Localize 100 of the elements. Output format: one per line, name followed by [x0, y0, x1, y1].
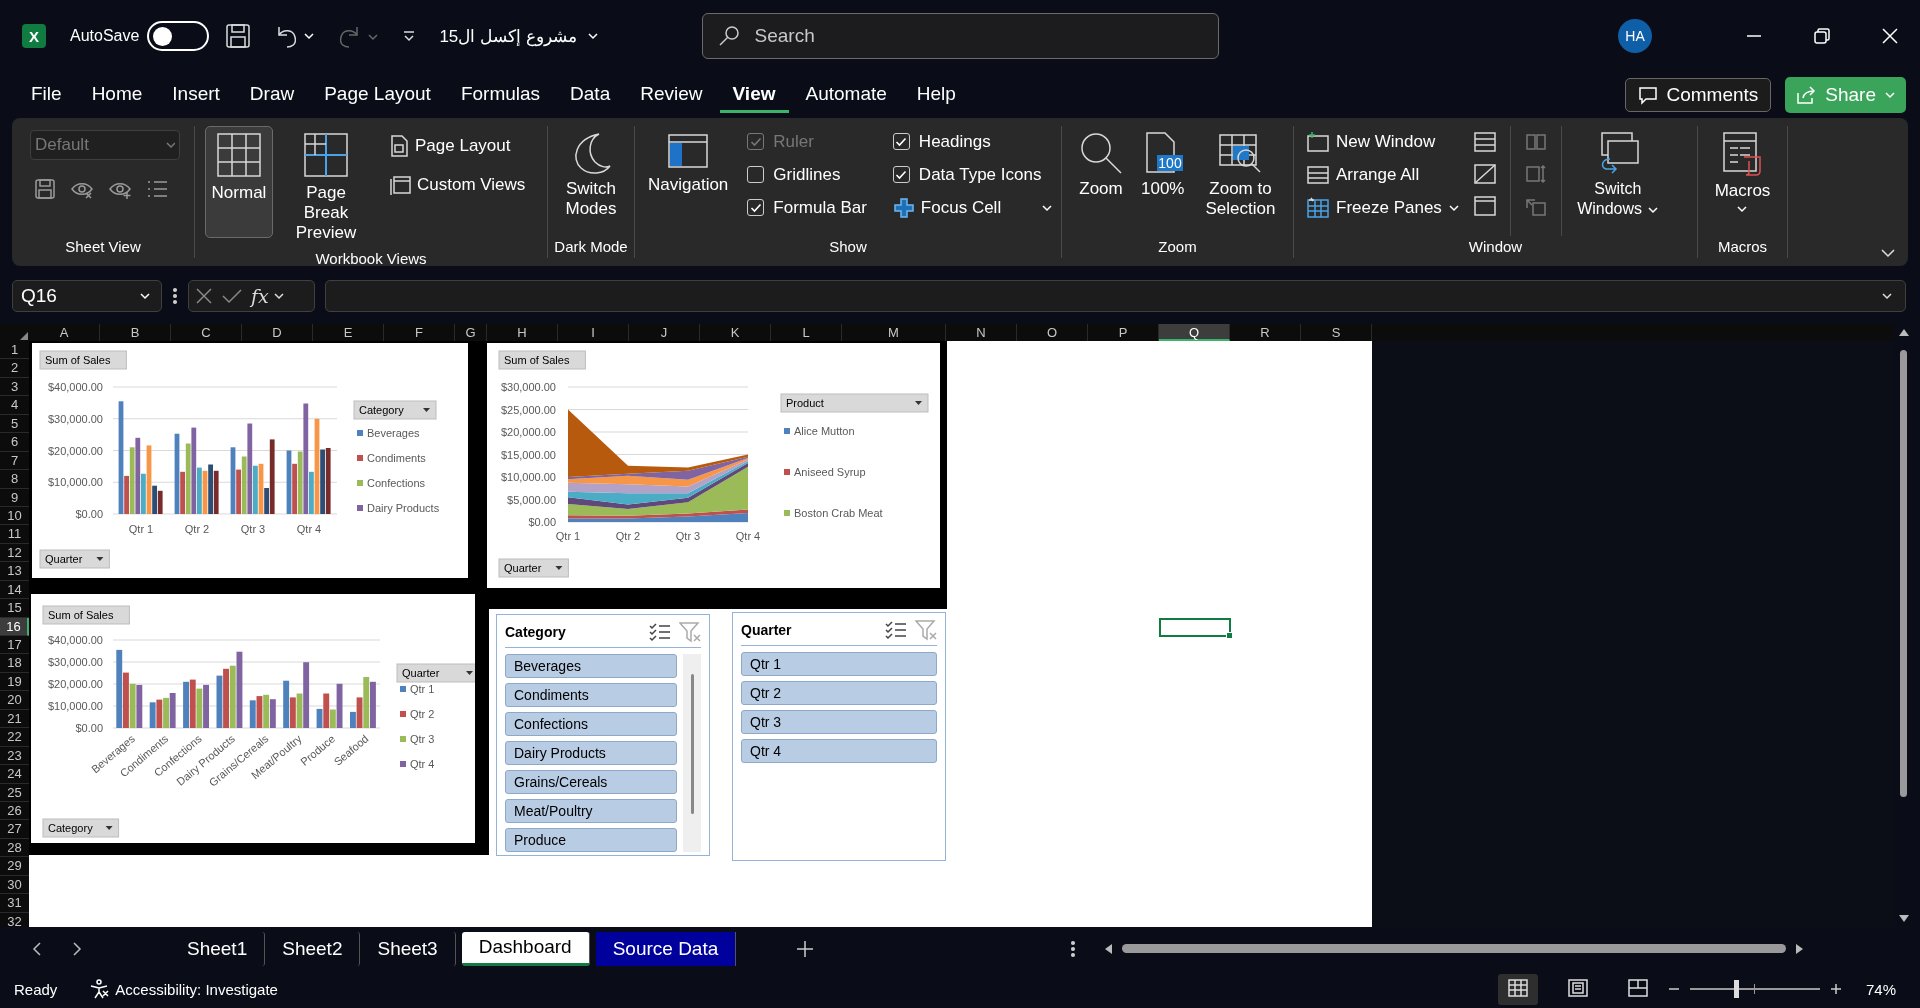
macros-button[interactable]: Macros [1709, 126, 1776, 218]
search-field[interactable]: Search [701, 13, 1219, 59]
accessibility-button[interactable]: Accessibility: Investigate [83, 978, 284, 1000]
slicer-item[interactable]: Meat/Poultry [505, 799, 677, 823]
zoom-in-icon[interactable] [1830, 983, 1842, 995]
save-icon[interactable] [225, 23, 252, 49]
menu-tab[interactable]: Review [627, 77, 716, 113]
sheet-tab[interactable]: Sheet1 [170, 931, 266, 966]
file-name-button[interactable]: مشروع إكسل ال15 [435, 21, 605, 51]
slicer-item[interactable]: Qtr 3 [741, 710, 937, 734]
checkbox[interactable]: Headings [888, 128, 1058, 155]
slicer-item[interactable]: Beverages [505, 654, 677, 678]
checkbox[interactable]: Formula Bar [743, 194, 871, 221]
caret-icon[interactable] [1447, 203, 1460, 212]
page-layout-button[interactable]: Page Layout [385, 132, 530, 159]
caret-icon[interactable] [586, 32, 601, 40]
field-button[interactable]: Quarter [39, 549, 110, 569]
scroll-left-icon[interactable] [1104, 943, 1113, 954]
slicer-item[interactable]: Produce [505, 828, 677, 852]
menu-tab[interactable]: View [719, 77, 789, 113]
slicer-item[interactable]: Qtr 1 [741, 652, 937, 676]
caret-icon[interactable] [272, 292, 285, 300]
custom-views-button[interactable]: Custom Views [385, 171, 530, 198]
menu-tab[interactable]: Automate [792, 77, 900, 113]
sheet-tab[interactable]: Sheet2 [265, 931, 361, 966]
field-button[interactable]: Sum of Sales [39, 350, 127, 370]
field-button[interactable]: Quarter [396, 663, 475, 683]
zoom-slider[interactable] [1690, 980, 1820, 998]
save-view-icon[interactable] [34, 178, 56, 200]
insert-function-button[interactable]: fx [251, 285, 285, 307]
navigation-button[interactable]: Navigation [643, 126, 734, 200]
field-button[interactable]: Category [42, 818, 120, 838]
scroll-up-icon[interactable] [1898, 328, 1909, 336]
menu-tab[interactable]: Formulas [447, 77, 554, 113]
checkbox[interactable]: Gridlines [743, 161, 871, 188]
zoom-slider-thumb[interactable] [1733, 980, 1739, 998]
zoom-button[interactable]: Zoom [1074, 126, 1128, 204]
field-button[interactable]: Sum of Sales [498, 350, 586, 370]
name-box[interactable]: Q16 [12, 280, 162, 312]
multi-select-icon[interactable] [649, 622, 671, 642]
field-button[interactable]: Product [780, 393, 929, 413]
restore-icon[interactable] [1814, 28, 1830, 44]
unhide-icon[interactable] [1473, 196, 1496, 216]
new-sheet-icon[interactable] [796, 939, 815, 958]
scroll-right-icon[interactable] [1796, 943, 1805, 954]
slicer-item[interactable]: Qtr 2 [741, 681, 937, 705]
zoom-100-button[interactable]: 100 100% [1136, 126, 1190, 204]
sheet-tab[interactable]: Source Data [595, 931, 737, 966]
collapse-ribbon-icon[interactable] [1880, 248, 1896, 258]
menu-tab[interactable]: Data [557, 77, 624, 113]
field-button[interactable]: Sum of Sales [42, 605, 130, 625]
autosave-toggle[interactable] [147, 21, 210, 51]
previous-sheet-icon[interactable] [32, 941, 42, 956]
more-icon[interactable] [172, 287, 178, 305]
hide-icon[interactable] [1473, 164, 1496, 184]
menu-tab[interactable]: File [18, 77, 75, 113]
cancel-icon[interactable] [195, 287, 213, 305]
column-header[interactable]: Q [1159, 324, 1230, 341]
arrange-all-button[interactable]: Arrange All [1302, 161, 1464, 188]
avatar[interactable]: HA [1618, 19, 1652, 53]
zoom-selection-button[interactable]: Zoom to Selection [1197, 126, 1284, 224]
next-sheet-icon[interactable] [72, 941, 82, 956]
sheet-tab[interactable]: Sheet3 [360, 931, 456, 966]
sheet-tab[interactable]: Dashboard [461, 931, 590, 966]
field-button[interactable]: Quarter [498, 558, 569, 578]
freeze-panes-button[interactable]: Freeze Panes [1302, 194, 1464, 221]
comments-button[interactable]: Comments [1625, 78, 1772, 112]
active-cell[interactable] [1159, 617, 1231, 638]
caret-icon[interactable] [1041, 203, 1054, 212]
slicer-item[interactable]: Confections [505, 712, 677, 736]
view-button[interactable]: Normal [205, 126, 273, 238]
menu-tab[interactable]: Page Layout [311, 77, 444, 113]
scrollbar[interactable] [683, 654, 701, 852]
checkbox[interactable]: Data Type Icons [888, 161, 1058, 188]
slicer-item[interactable]: Qtr 4 [741, 739, 937, 763]
menu-tab[interactable]: Home [78, 77, 156, 113]
menu-tab[interactable]: Draw [236, 77, 308, 113]
view-button[interactable]: Page Break Preview [277, 126, 375, 248]
horizontal-scrollbar[interactable] [1104, 943, 1805, 954]
slicer-item[interactable]: Dairy Products [505, 741, 677, 765]
multi-select-icon[interactable] [885, 620, 907, 640]
slicer-item[interactable]: Condiments [505, 683, 677, 707]
switch-modes-button[interactable]: Switch Modes [548, 126, 634, 224]
formula-field[interactable] [325, 280, 1906, 312]
caret-icon[interactable] [139, 292, 153, 300]
close-icon[interactable] [1882, 28, 1898, 44]
focus-cell-button[interactable]: Focus Cell [888, 194, 1058, 221]
view-button[interactable] [1498, 973, 1538, 1005]
field-button[interactable]: Category [353, 400, 437, 420]
menu-tab[interactable]: Help [903, 77, 969, 113]
slicer-item[interactable]: Grains/Cereals [505, 770, 677, 794]
switch-windows-button[interactable]: Switch Windows [1571, 126, 1664, 224]
scroll-down-icon[interactable] [1898, 915, 1909, 923]
axis-label: Qtr 3 [675, 530, 701, 542]
menu-tab[interactable]: Insert [159, 77, 233, 113]
list-icon[interactable] [146, 178, 168, 200]
enter-icon[interactable] [221, 287, 243, 305]
new-window-button[interactable]: New Window [1302, 128, 1464, 155]
split-icon[interactable] [1473, 132, 1496, 152]
more-icon[interactable] [1070, 939, 1077, 958]
